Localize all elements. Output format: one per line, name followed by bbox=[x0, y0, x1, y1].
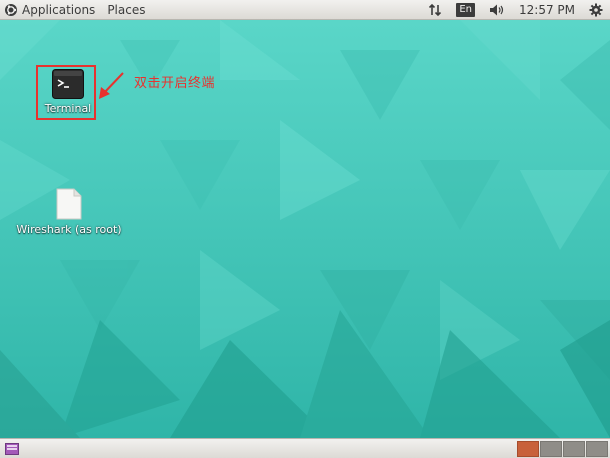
ubuntu-logo-icon[interactable] bbox=[4, 3, 18, 17]
workspace-1[interactable] bbox=[517, 441, 539, 457]
menu-applications[interactable]: Applications bbox=[22, 3, 95, 17]
network-arrows-icon[interactable] bbox=[428, 3, 442, 17]
gear-icon[interactable] bbox=[589, 3, 603, 17]
clock[interactable]: 12:57 PM bbox=[519, 3, 575, 17]
language-label: En bbox=[456, 3, 475, 17]
top-panel: Applications Places En 12:57 PM bbox=[0, 0, 610, 20]
desktop-icon-terminal[interactable]: Terminal bbox=[38, 69, 98, 115]
desktop-icon-label: Terminal bbox=[44, 102, 92, 115]
annotation-arrow-icon bbox=[99, 72, 124, 99]
annotation-text: 双击开启终端 bbox=[134, 76, 216, 91]
terminal-icon bbox=[52, 69, 84, 99]
keyboard-language-indicator[interactable]: En bbox=[456, 3, 475, 17]
workspace-3[interactable] bbox=[563, 441, 585, 457]
show-desktop-icon[interactable] bbox=[5, 443, 19, 455]
menu-places[interactable]: Places bbox=[107, 3, 145, 17]
system-tray: En 12:57 PM bbox=[421, 0, 610, 20]
workspace-2[interactable] bbox=[540, 441, 562, 457]
volume-icon[interactable] bbox=[489, 3, 505, 17]
workspace-switcher bbox=[517, 441, 608, 457]
workspace-4[interactable] bbox=[586, 441, 608, 457]
desktop-icon-label: Wireshark (as root) bbox=[16, 223, 122, 236]
file-icon bbox=[56, 188, 82, 220]
desktop-icon-wireshark[interactable]: Wireshark (as root) bbox=[16, 188, 122, 236]
bottom-panel bbox=[0, 438, 610, 458]
